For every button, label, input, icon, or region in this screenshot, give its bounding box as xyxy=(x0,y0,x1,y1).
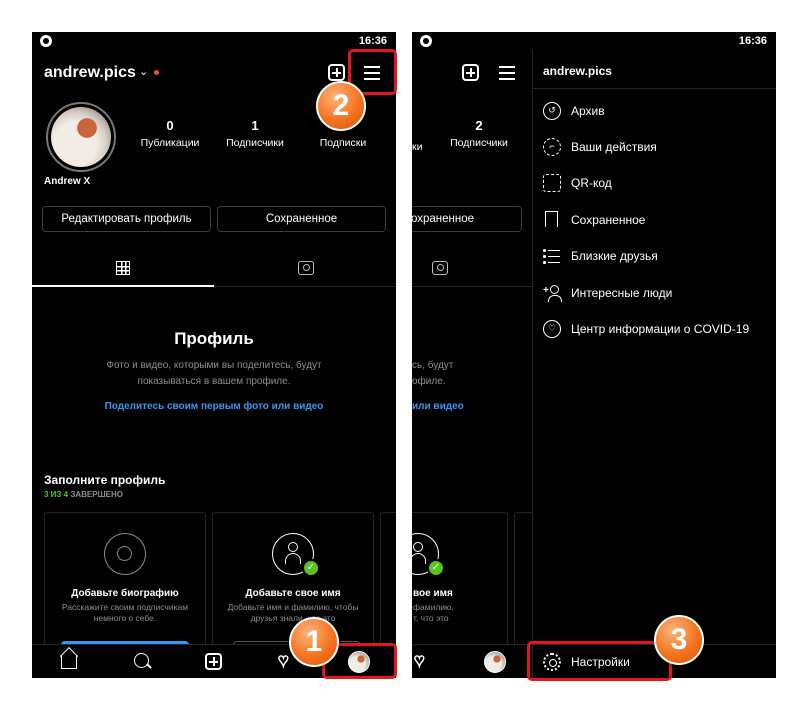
activity-icon: ⌐ xyxy=(543,138,561,156)
add-user-icon: + xyxy=(543,284,562,302)
tagged-tab-icon[interactable] xyxy=(432,261,448,275)
grid-tab-icon[interactable] xyxy=(116,261,130,275)
menu-item-close-friends[interactable]: Близкие друзья xyxy=(543,245,771,267)
highlight-settings xyxy=(527,641,672,681)
heart-icon[interactable]: ♥ xyxy=(413,650,425,669)
new-post-icon[interactable] xyxy=(328,64,345,81)
stat-posts[interactable]: 0 Публикации xyxy=(136,118,204,149)
tab-divider xyxy=(214,286,396,287)
menu-item-your-activity[interactable]: ⌐ Ваши действия xyxy=(543,136,771,158)
saved-button[interactable]: охраненное xyxy=(412,206,522,232)
step-1-badge: 1 xyxy=(289,617,339,667)
empty-profile-description: Фото и видео, которыми вы поделитесь, бу… xyxy=(106,360,322,387)
profile-avatar[interactable] xyxy=(46,102,116,172)
menu-item-saved[interactable]: Сохраненное xyxy=(543,209,771,231)
heart-icon[interactable]: ♥ xyxy=(277,650,289,669)
covid-info-icon: ♡ xyxy=(543,320,561,338)
stat-followers[interactable]: 1 Подписчики xyxy=(220,118,290,149)
share-first-photo-link[interactable]: Поделитесь своим первым фото или видео xyxy=(32,401,396,412)
next-card[interactable] xyxy=(380,512,396,652)
new-post-icon[interactable] xyxy=(462,64,479,81)
menu-item-covid-info[interactable]: ♡ Центр информации о COVID-19 xyxy=(543,318,771,340)
app-notification-icon xyxy=(420,35,432,47)
app-notification-icon xyxy=(40,35,52,47)
saved-button[interactable]: Сохраненное xyxy=(217,206,386,232)
create-icon[interactable] xyxy=(205,653,222,670)
drawer-divider xyxy=(533,88,776,89)
phone-screen-menu: 16:36 ки 2 Подписчики охраненное сь, буд… xyxy=(412,32,776,678)
tab-indicator xyxy=(32,285,214,287)
display-name: Andrew X xyxy=(44,176,91,187)
username-switcher[interactable]: andrew.pics xyxy=(44,64,136,82)
menu-item-discover-people[interactable]: + Интересные люди xyxy=(543,282,771,304)
status-bar: 16:36 xyxy=(412,32,776,50)
empty-profile-title: Профиль xyxy=(174,329,254,348)
status-time: 16:36 xyxy=(738,35,767,47)
qr-code-icon xyxy=(543,174,561,192)
chevron-down-icon[interactable]: ⌄ xyxy=(139,65,148,78)
empty-profile-description: сь, будут офиле. xyxy=(412,360,454,387)
step-2-badge: 2 xyxy=(316,81,366,131)
step-3-badge: 3 xyxy=(654,615,704,665)
next-card[interactable] xyxy=(514,512,534,652)
checkmark-icon: ✓ xyxy=(302,559,320,577)
hamburger-menu-icon[interactable] xyxy=(499,66,515,80)
drawer-username: andrew.pics xyxy=(543,64,612,78)
archive-icon: ↺ xyxy=(543,102,561,120)
side-menu-drawer: andrew.pics ↺ Архив ⌐ Ваши действия QR-к… xyxy=(532,50,776,678)
notification-dot xyxy=(154,70,159,75)
search-icon[interactable] xyxy=(134,653,149,668)
complete-profile-progress: 3 ИЗ 4 ЗАВЕРШЕНО xyxy=(44,490,123,499)
tab-divider xyxy=(412,286,532,287)
bottom-navigation: ♥ xyxy=(412,644,532,678)
stat-followers[interactable]: 2 Подписчики xyxy=(450,118,508,149)
checkmark-icon: ✓ xyxy=(427,559,445,577)
add-bio-card[interactable]: Добавьте биографию Расскажите своим подп… xyxy=(44,512,206,655)
bookmark-icon xyxy=(545,211,558,227)
complete-profile-title: Заполните профиль xyxy=(44,473,166,487)
status-bar: 16:36 xyxy=(32,32,396,50)
close-friends-icon xyxy=(543,247,561,265)
status-time: 16:36 xyxy=(358,35,387,47)
speech-bubble-icon xyxy=(117,546,132,561)
profile-tab-avatar[interactable] xyxy=(484,651,506,673)
share-first-photo-link[interactable]: или видео xyxy=(412,401,472,412)
edit-profile-button[interactable]: Редактировать профиль xyxy=(42,206,211,232)
home-icon[interactable] xyxy=(61,655,77,669)
menu-item-archive[interactable]: ↺ Архив xyxy=(543,100,771,122)
person-icon xyxy=(285,542,301,564)
menu-item-qr-code[interactable]: QR-код xyxy=(543,172,771,194)
person-icon xyxy=(412,542,426,564)
stat-partial-label: ки xyxy=(412,141,423,153)
add-name-card[interactable]: ✓ вое имя фамилию, т, что это xyxy=(412,512,508,652)
tagged-tab-icon[interactable] xyxy=(298,261,314,275)
